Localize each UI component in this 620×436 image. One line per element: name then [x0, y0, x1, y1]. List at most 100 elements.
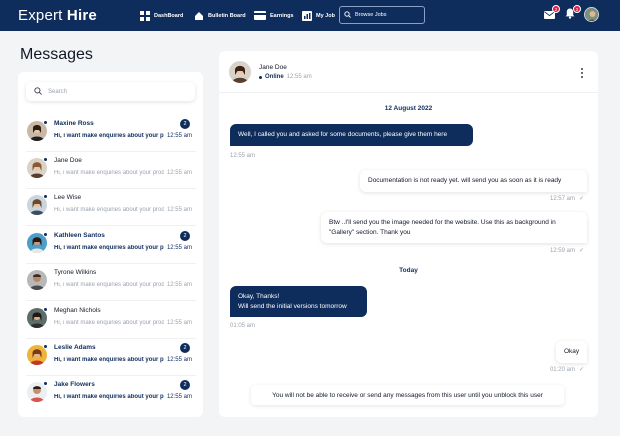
- unread-badge: 2: [180, 380, 190, 390]
- earnings-card-icon: [254, 11, 266, 21]
- browse-jobs-search[interactable]: Browse Jobs: [339, 6, 425, 24]
- contact-item-lee-wise[interactable]: Lee Wise Hi, i want make enquiries about…: [26, 191, 196, 221]
- unread-badge: 2: [180, 119, 190, 129]
- divider: [26, 300, 196, 301]
- contact-name: Jane Doe: [54, 157, 82, 164]
- conversation-list: Search Maxine Ross 2 Hi, i want make enq…: [18, 72, 203, 417]
- nav-my-job[interactable]: My Job: [302, 8, 335, 23]
- nav-myjob-label: My Job: [316, 12, 335, 19]
- blocked-user-notice: You will not be able to receive or send …: [251, 385, 564, 405]
- contact-name: Tyrone Wilkins: [54, 269, 97, 276]
- page-title: Messages: [20, 46, 93, 63]
- contact-name: Maxine Ross: [54, 120, 94, 127]
- myjob-icon: [302, 10, 312, 21]
- message-time: 12:55 am: [166, 245, 192, 251]
- unread-badge: 2: [180, 231, 190, 241]
- contact-name: Meghan Nichols: [54, 307, 101, 314]
- contact-item-jake-flowers[interactable]: Jake Flowers 2 Hi, i want make enquiries…: [26, 378, 196, 408]
- chat-contact-name: Jane Doe: [259, 64, 287, 71]
- message-time: 12:55 am: [166, 320, 192, 326]
- contact-name: Kathleen Santos: [54, 232, 105, 239]
- contact-name: Lee Wise: [54, 194, 82, 201]
- app-logo[interactable]: Expert Hire: [18, 7, 97, 24]
- divider: [26, 188, 196, 189]
- mail-button[interactable]: 2: [542, 5, 560, 22]
- outgoing-message: Okay: [556, 341, 587, 363]
- top-navbar: Expert Hire DashBoard Bulletin Board Ear…: [0, 0, 620, 31]
- browse-jobs-placeholder: Browse Jobs: [355, 12, 387, 18]
- outgoing-message: Btw ..I'll send you the image needed for…: [321, 212, 587, 243]
- dashboard-icon: [140, 10, 150, 21]
- message-time: 12:55 am: [166, 357, 192, 363]
- outgoing-message: Documentation is not ready yet. will sen…: [360, 170, 587, 192]
- notifications-button[interactable]: 2: [563, 5, 581, 22]
- online-indicator: [43, 120, 48, 125]
- divider: [26, 225, 196, 226]
- user-avatar[interactable]: [584, 7, 599, 22]
- nav-dashboard[interactable]: DashBoard: [140, 8, 183, 23]
- status-label: Online: [265, 74, 284, 80]
- online-dot-icon: [259, 75, 262, 79]
- message-preview: Hi, i want make enquiries about your pro…: [54, 282, 164, 288]
- divider: [26, 338, 196, 339]
- message-preview: Hi, i want make enquiries about your pro…: [54, 320, 164, 326]
- message-time: 12:55 am: [230, 153, 256, 159]
- nav-bulletin-label: Bulletin Board: [208, 12, 246, 19]
- message-time: 12:55 am: [166, 207, 192, 213]
- divider: [26, 263, 196, 264]
- nav-earnings[interactable]: Earnings: [254, 8, 294, 23]
- more-vertical-icon[interactable]: [580, 68, 584, 78]
- chat-panel: Jane Doe Online 12:55 am 12 August 2022 …: [219, 51, 598, 417]
- chat-header: Jane Doe Online 12:55 am: [219, 51, 598, 93]
- nav-bulletin-board[interactable]: Bulletin Board: [194, 8, 246, 23]
- message-time: 12:55 am: [166, 133, 192, 139]
- contact-name: Leslie Adams: [54, 344, 96, 351]
- contact-name: Jake Flowers: [54, 381, 95, 388]
- contact-item-meghan-nichols[interactable]: Meghan Nichols Hi, i want make enquiries…: [26, 304, 196, 334]
- contact-item-kathleen-santos[interactable]: Kathleen Santos 2 Hi, i want make enquir…: [26, 229, 196, 259]
- search-icon: [34, 86, 42, 97]
- message-time: 12:55 am: [166, 282, 192, 288]
- online-indicator: [43, 344, 48, 349]
- message-preview: Hi, i want make enquiries about your pro…: [54, 394, 164, 400]
- nav-earnings-label: Earnings: [270, 12, 294, 19]
- avatar: [27, 270, 47, 290]
- notification-badge: 2: [573, 5, 581, 13]
- contact-search-input[interactable]: Search: [26, 82, 195, 101]
- contact-item-leslie-adams[interactable]: Leslie Adams 2 Hi, i want make enquiries…: [26, 341, 196, 371]
- incoming-message: Well, I called you and asked for some do…: [230, 124, 473, 146]
- divider: [26, 375, 196, 376]
- contact-item-maxine-ross[interactable]: Maxine Ross 2 Hi, i want make enquiries …: [26, 117, 196, 147]
- date-separator: Today: [399, 267, 418, 274]
- online-indicator: [43, 194, 48, 199]
- nav-dashboard-label: DashBoard: [154, 12, 184, 19]
- contact-item-jane-doe[interactable]: Jane Doe Hi, i want make enquiries about…: [26, 154, 196, 184]
- online-indicator: [43, 157, 48, 162]
- bulletin-home-icon: [194, 11, 204, 21]
- message-preview: Hi, i want make enquiries about your pro…: [54, 245, 164, 251]
- message-time: 12:59 am ✓: [549, 247, 584, 255]
- online-indicator: [43, 381, 48, 386]
- message-preview: Hi, i want make enquiries about your pro…: [54, 133, 164, 139]
- read-check-icon: ✓: [578, 367, 584, 373]
- search-placeholder: Search: [48, 88, 68, 95]
- unread-badge: 2: [180, 343, 190, 353]
- message-preview: Hi, i want make enquiries about your pro…: [54, 207, 164, 213]
- message-preview: Hi, i want make enquiries about your pro…: [54, 170, 164, 176]
- divider: [26, 151, 196, 152]
- message-time: 12:55 am: [166, 170, 192, 176]
- online-indicator: [43, 232, 48, 237]
- chat-status: Online 12:55 am: [259, 74, 312, 80]
- search-icon: [344, 10, 351, 20]
- contact-item-tyrone-wilkins[interactable]: Tyrone Wilkins Hi, i want make enquiries…: [26, 266, 196, 296]
- message-time: 12:55 am: [166, 394, 192, 400]
- message-preview: Hi, i want make enquiries about your pro…: [54, 357, 164, 363]
- message-time: 12:57 am ✓: [549, 195, 584, 203]
- date-separator: 12 August 2022: [384, 105, 433, 112]
- online-indicator: [43, 307, 48, 312]
- message-time: 01:20 am ✓: [549, 366, 584, 374]
- incoming-message: Okay, Thanks! Will send the initial vers…: [230, 286, 367, 317]
- read-check-icon: ✓: [578, 196, 584, 202]
- message-time: 01:05 am: [230, 323, 256, 329]
- mail-badge: 2: [552, 5, 560, 13]
